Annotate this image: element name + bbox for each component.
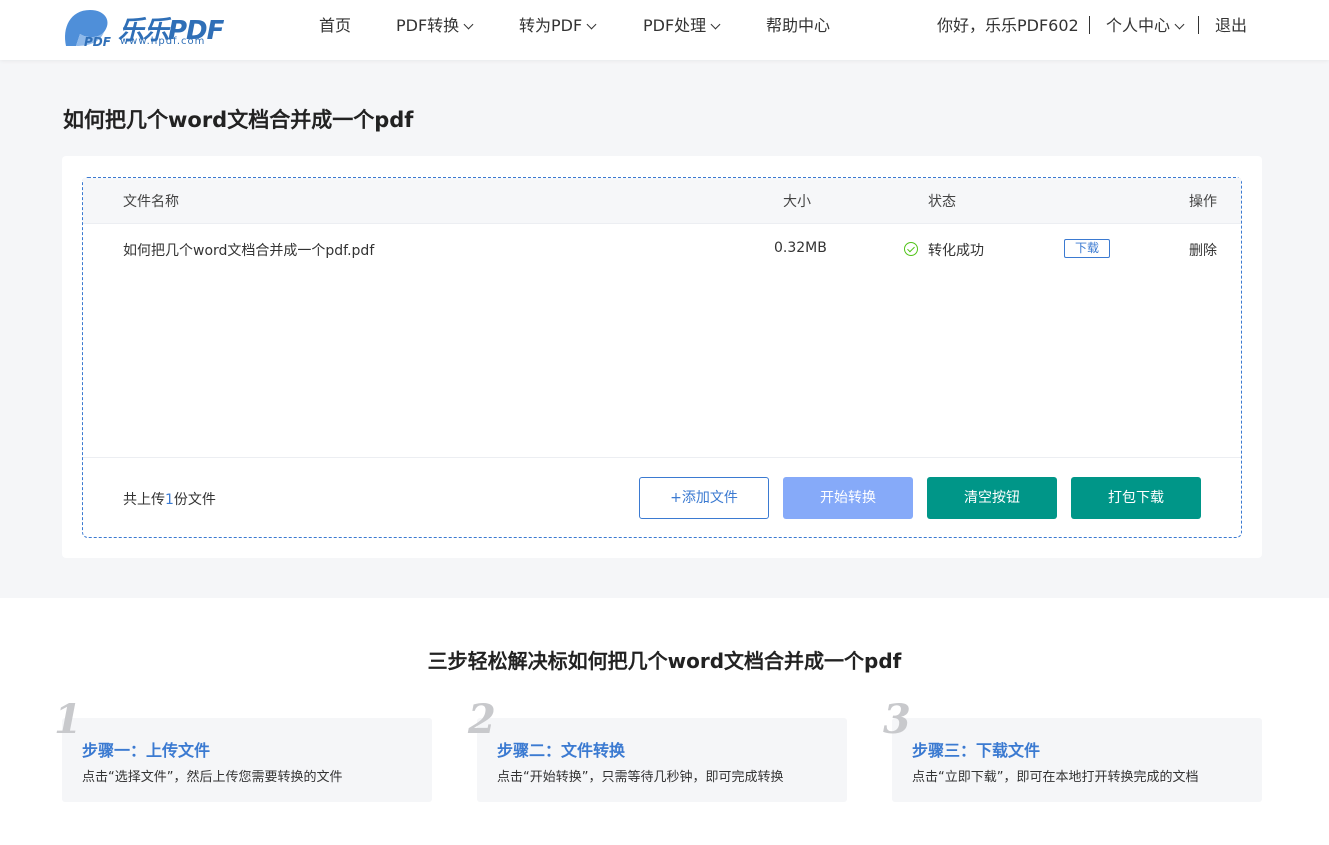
divider xyxy=(1198,16,1199,34)
nav-pdf-convert[interactable]: PDF转换 xyxy=(396,14,474,38)
file-size: 0.32MB xyxy=(774,240,827,256)
count-prefix: 共上传 xyxy=(123,492,165,508)
step-desc-3: 点击“立即下载”，即可在本地打开转换完成的文档 xyxy=(912,770,1199,785)
chevron-down-icon xyxy=(1174,19,1185,30)
nav-pdf-process-label: PDF处理 xyxy=(643,16,707,35)
site-logo[interactable]: PDF 乐乐PDF www.llpdf.com xyxy=(60,4,230,50)
step-desc-1: 点击“选择文件”，然后上传您需要转换的文件 xyxy=(82,770,343,785)
download-button[interactable]: 下载 xyxy=(1064,239,1110,258)
logo-url: www.llpdf.com xyxy=(120,36,206,47)
user-greeting: 你好，乐乐PDF602 xyxy=(937,16,1079,35)
nav-home-label: 首页 xyxy=(319,16,352,35)
delete-link[interactable]: 删除 xyxy=(1189,240,1217,260)
file-name: 如何把几个word文档合并成一个pdf.pdf xyxy=(123,243,375,259)
count-number: 1 xyxy=(165,492,174,508)
add-file-button[interactable]: +添加文件 xyxy=(639,477,769,519)
page-title: 如何把几个word文档合并成一个pdf xyxy=(63,108,414,132)
user-center-label: 个人中心 xyxy=(1106,16,1171,35)
start-convert-button[interactable]: 开始转换 xyxy=(783,477,913,519)
steps-title: 三步轻松解决标如何把几个word文档合并成一个pdf xyxy=(427,649,902,673)
success-check-icon xyxy=(904,242,918,256)
nav-to-pdf-label: 转为PDF xyxy=(519,16,583,35)
nav-pdf-process[interactable]: PDF处理 xyxy=(643,14,721,38)
divider xyxy=(83,457,1241,458)
header-file-name: 文件名称 xyxy=(123,194,179,210)
step-title-1: 步骤一：上传文件 xyxy=(82,741,211,760)
step-number-2: 2 xyxy=(468,696,496,743)
table-header xyxy=(83,178,1241,224)
nav-pdf-convert-label: PDF转换 xyxy=(396,16,460,35)
step-number-3: 3 xyxy=(883,696,911,743)
divider xyxy=(1089,16,1090,34)
nav-to-pdf[interactable]: 转为PDF xyxy=(519,14,597,38)
chevron-down-icon xyxy=(586,19,597,30)
count-suffix: 份文件 xyxy=(173,492,216,508)
header-action: 操作 xyxy=(1189,194,1217,210)
step-desc-2: 点击“开始转换”，只需等待几秒钟，即可完成转换 xyxy=(497,770,784,785)
file-status: 转化成功 xyxy=(928,243,984,259)
step-title-2: 步骤二：文件转换 xyxy=(497,741,626,760)
top-navbar: PDF 乐乐PDF www.llpdf.com 首页 PDF转换 转为PDF P… xyxy=(0,0,1329,60)
header-status: 状态 xyxy=(928,194,956,210)
chevron-down-icon xyxy=(710,19,721,30)
step-number-1: 1 xyxy=(54,696,82,743)
user-center-menu[interactable]: 个人中心 xyxy=(1106,14,1185,38)
pack-download-button[interactable]: 打包下载 xyxy=(1071,477,1201,519)
header-size: 大小 xyxy=(783,194,811,210)
svg-text:PDF: PDF xyxy=(84,35,112,49)
pdf-logo-icon: PDF xyxy=(65,10,112,49)
step-title-3: 步骤三：下载文件 xyxy=(912,741,1041,760)
chevron-down-icon xyxy=(463,19,474,30)
nav-home[interactable]: 首页 xyxy=(319,14,351,38)
nav-help-label: 帮助中心 xyxy=(766,16,831,35)
logout-link[interactable]: 退出 xyxy=(1215,14,1247,38)
upload-count: 共上传1份文件 xyxy=(123,489,216,509)
nav-help[interactable]: 帮助中心 xyxy=(766,14,830,38)
clear-button[interactable]: 清空按钮 xyxy=(927,477,1057,519)
